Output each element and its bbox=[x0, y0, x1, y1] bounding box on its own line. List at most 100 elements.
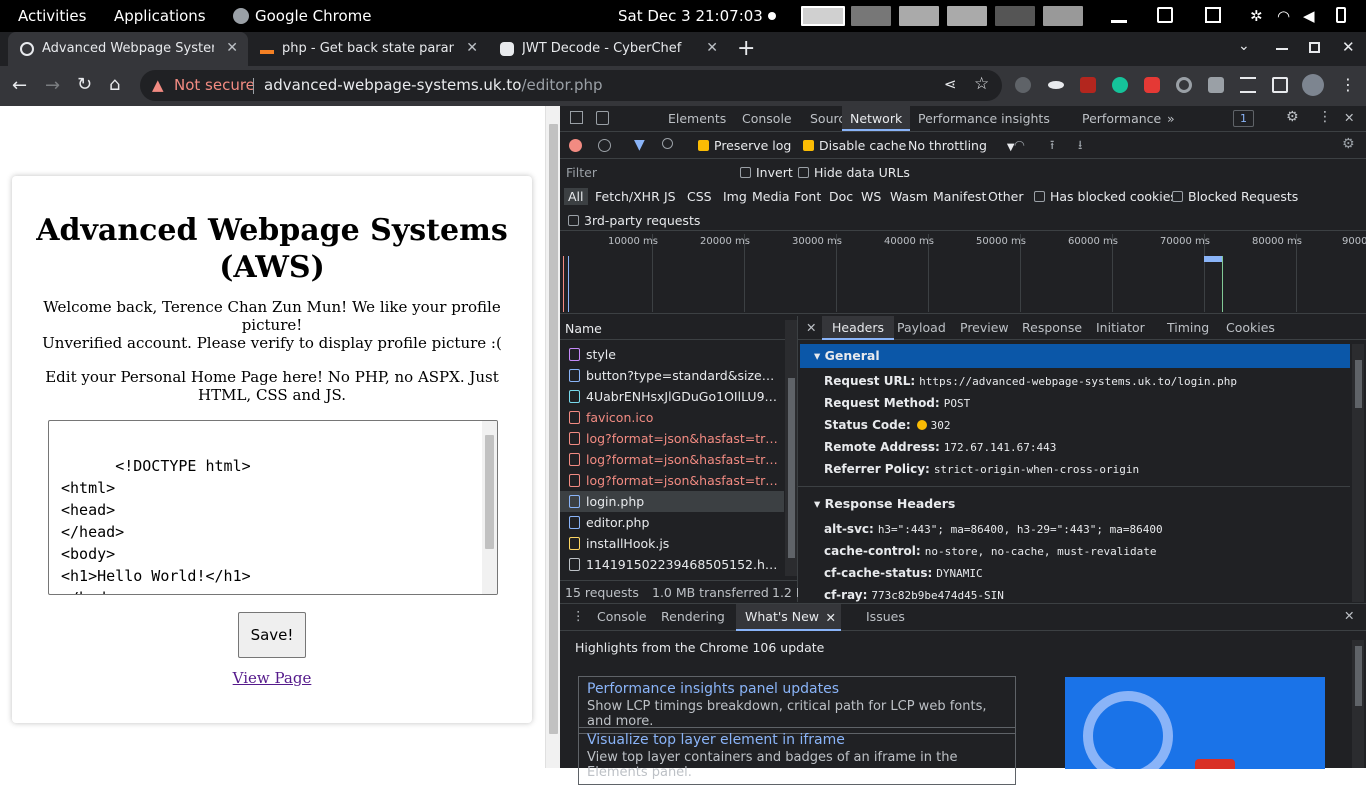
device-toolbar-icon[interactable] bbox=[596, 111, 609, 125]
clock[interactable]: Sat Dec 3 21:07:03 bbox=[618, 7, 763, 25]
volume-icon[interactable]: ◀ bbox=[1303, 7, 1315, 25]
header-value[interactable]: no-store, no-cache, must-revalidate bbox=[925, 545, 1157, 558]
request-row[interactable]: log?format=json&hasfast=true&auth... bbox=[560, 470, 784, 491]
type-filter-js[interactable]: JS bbox=[664, 189, 676, 204]
request-row[interactable]: installHook.js bbox=[560, 533, 784, 554]
network-settings-icon[interactable]: ⚙ bbox=[1342, 136, 1355, 152]
type-filter-doc[interactable]: Doc bbox=[829, 189, 853, 204]
header-value[interactable]: https://advanced-webpage-systems.uk.to/l… bbox=[919, 375, 1237, 388]
workspace-2[interactable] bbox=[851, 6, 891, 26]
warning-icon[interactable]: ▲ bbox=[152, 76, 164, 94]
has-blocked-cookies-toggle[interactable]: Has blocked cookies bbox=[1034, 189, 1177, 204]
issues-badge[interactable]: 1 bbox=[1233, 110, 1254, 127]
import-har-icon[interactable]: ⭱ bbox=[1050, 136, 1054, 157]
workspace-3[interactable] bbox=[899, 6, 939, 26]
media-control-icon[interactable] bbox=[1240, 77, 1256, 93]
maximize-icon[interactable] bbox=[1309, 42, 1320, 53]
throttling-select[interactable]: No throttling ▼ bbox=[908, 138, 1015, 153]
tab-php-question[interactable]: php - Get back state paramet ✕ bbox=[248, 32, 488, 66]
profile-avatar[interactable] bbox=[1302, 74, 1324, 96]
record-icon[interactable] bbox=[569, 139, 582, 152]
type-filter-ws[interactable]: WS bbox=[861, 189, 881, 204]
settings-gear-icon[interactable]: ✲ bbox=[1250, 7, 1263, 25]
side-panel-icon[interactable] bbox=[1272, 77, 1288, 93]
devtools-close-icon[interactable]: ✕ bbox=[1344, 110, 1354, 125]
type-filter-manifest[interactable]: Manifest bbox=[933, 189, 986, 204]
header-value[interactable]: strict-origin-when-cross-origin bbox=[934, 463, 1139, 476]
third-party-toggle[interactable]: 3rd-party requests bbox=[568, 213, 700, 228]
drawer-tab-console[interactable]: Console bbox=[597, 609, 647, 624]
filter-input[interactable]: Filter bbox=[566, 165, 726, 181]
home-icon[interactable]: ⌂ bbox=[109, 74, 120, 95]
workspace-6[interactable] bbox=[1043, 6, 1083, 26]
workspace-5[interactable] bbox=[995, 6, 1035, 26]
search-icon[interactable] bbox=[662, 138, 673, 149]
request-list-scrollbar[interactable] bbox=[785, 320, 797, 576]
drawer-scrollbar[interactable] bbox=[1352, 640, 1364, 768]
blocked-requests-toggle[interactable]: Blocked Requests bbox=[1172, 189, 1298, 204]
html-code-editor[interactable]: <!DOCTYPE html> <html> <head> </head> <b… bbox=[48, 420, 498, 595]
type-filter-other[interactable]: Other bbox=[988, 189, 1024, 204]
reload-icon[interactable]: ↻ bbox=[77, 74, 92, 95]
header-value[interactable]: DYNAMIC bbox=[936, 567, 982, 580]
drawer-tab-issues[interactable]: Issues bbox=[866, 609, 905, 624]
close-window-icon[interactable]: ✕ bbox=[1342, 38, 1355, 56]
wifi-icon[interactable]: ◠ bbox=[1277, 7, 1290, 25]
page-scrollbar-thumb[interactable] bbox=[549, 124, 558, 734]
close-tab-icon[interactable]: ✕ bbox=[466, 40, 478, 56]
close-details-icon[interactable]: ✕ bbox=[806, 320, 816, 335]
request-row[interactable]: editor.php bbox=[560, 512, 784, 533]
video-extension-icon[interactable] bbox=[1144, 77, 1160, 93]
disable-cache-toggle[interactable]: Disable cache bbox=[803, 138, 906, 153]
request-row-selected[interactable]: login.php bbox=[560, 491, 784, 512]
tab-initiator[interactable]: Initiator bbox=[1096, 320, 1145, 335]
tab-timing[interactable]: Timing bbox=[1167, 320, 1209, 335]
workspace-4[interactable] bbox=[947, 6, 987, 26]
grammarly-extension-icon[interactable] bbox=[1112, 77, 1128, 93]
drawer-menu-icon[interactable]: ⋮ bbox=[572, 608, 585, 623]
response-headers-section-header[interactable]: ▾ Response Headers bbox=[800, 492, 1350, 516]
request-row[interactable]: log?format=json&hasfast=true&auth... bbox=[560, 428, 784, 449]
request-row[interactable]: log?format=json&hasfast=true&auth... bbox=[560, 449, 784, 470]
preserve-log-toggle[interactable]: Preserve log bbox=[698, 138, 791, 153]
tab-preview[interactable]: Preview bbox=[960, 320, 1009, 335]
tab-advanced-webpage-systems[interactable]: Advanced Webpage Systems ✕ bbox=[8, 32, 248, 66]
header-value[interactable]: 172.67.141.67:443 bbox=[944, 441, 1057, 454]
request-row[interactable]: favicon.ico bbox=[560, 407, 784, 428]
close-tab-icon[interactable]: ✕ bbox=[826, 610, 836, 625]
more-tabs-icon[interactable]: » bbox=[1167, 111, 1175, 126]
editor-scrollbar[interactable] bbox=[482, 421, 497, 594]
ublock-extension-icon[interactable] bbox=[1080, 77, 1096, 93]
drawer-tab-rendering[interactable]: Rendering bbox=[661, 609, 725, 624]
minimize-icon[interactable] bbox=[1276, 48, 1288, 50]
back-icon[interactable]: ← bbox=[12, 75, 27, 96]
item-title-link[interactable]: Performance insights panel updates bbox=[587, 681, 1007, 697]
export-har-icon[interactable]: ⭳ bbox=[1078, 136, 1082, 157]
scrollbar-thumb[interactable] bbox=[1355, 646, 1362, 706]
name-column-header[interactable]: Name bbox=[565, 321, 602, 336]
header-value[interactable]: POST bbox=[944, 397, 971, 410]
clear-icon[interactable] bbox=[598, 139, 611, 152]
activities-button[interactable]: Activities bbox=[18, 7, 86, 25]
hide-data-urls-toggle[interactable]: Hide data URLs bbox=[798, 165, 910, 180]
header-value[interactable]: 773c82b9be474d45-SIN bbox=[871, 589, 1003, 602]
type-filter-wasm[interactable]: Wasm bbox=[890, 189, 928, 204]
url-text[interactable]: advanced-webpage-systems.uk.to/editor.ph… bbox=[264, 76, 603, 94]
request-row[interactable]: 4UabrENHsxJlGDuGo1OIlLU94Ytz... bbox=[560, 386, 784, 407]
display-icon[interactable] bbox=[1205, 7, 1221, 23]
clipboard-icon[interactable] bbox=[1157, 7, 1173, 23]
checkbox-checked[interactable] bbox=[803, 140, 814, 151]
applications-menu[interactable]: Applications bbox=[114, 7, 206, 25]
view-page-label[interactable]: View Page bbox=[233, 669, 312, 687]
tab-payload[interactable]: Payload bbox=[897, 320, 946, 335]
address-bar[interactable]: ▲ Not secure advanced-webpage-systems.uk… bbox=[140, 70, 1002, 101]
type-filter-font[interactable]: Font bbox=[794, 189, 821, 204]
workspace-1[interactable] bbox=[801, 6, 845, 26]
checkbox[interactable] bbox=[568, 215, 579, 226]
scrollbar-thumb[interactable] bbox=[1355, 360, 1362, 408]
type-filter-media[interactable]: Media bbox=[752, 189, 790, 204]
checkbox[interactable] bbox=[798, 167, 809, 178]
share-icon[interactable]: ⋖ bbox=[944, 75, 957, 93]
network-overview-timeline[interactable] bbox=[560, 232, 1366, 314]
scrollbar-thumb[interactable] bbox=[788, 378, 795, 558]
